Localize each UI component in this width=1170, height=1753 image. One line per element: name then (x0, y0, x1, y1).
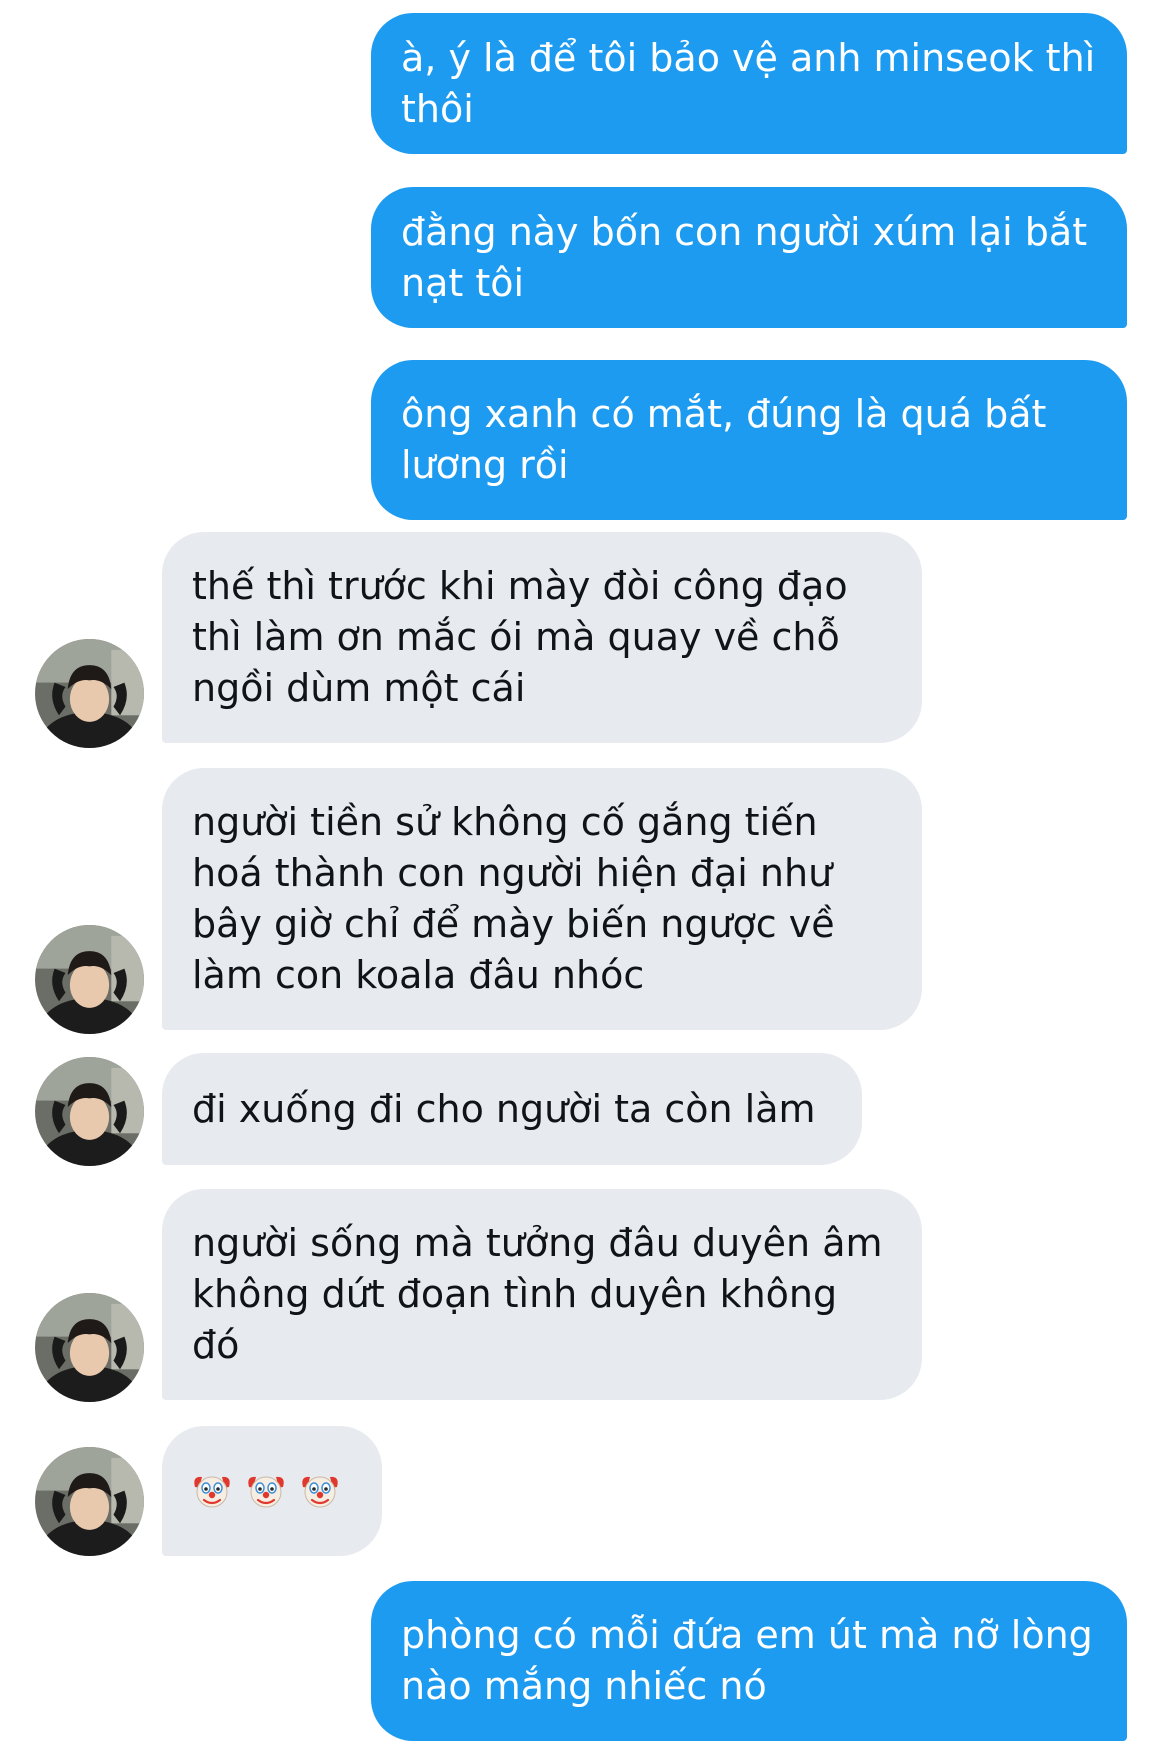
clown-face-icon (194, 1476, 230, 1508)
received-message-bubble[interactable]: thế thì trước khi mày đòi công đạo thì l… (162, 532, 922, 743)
sent-message-bubble[interactable]: à, ý là để tôi bảo vệ anh minseok thì th… (371, 13, 1127, 154)
sent-message-bubble[interactable]: đằng này bốn con người xúm lại bắt nạt t… (371, 187, 1127, 328)
clown-face-icon (248, 1476, 284, 1508)
avatar-image (35, 925, 144, 1034)
avatar-image (35, 639, 144, 748)
message-text: người tiền sử không cố gắng tiến hoá thà… (192, 800, 835, 997)
received-message-bubble[interactable] (162, 1426, 382, 1556)
sent-message-bubble[interactable]: ông xanh có mắt, đúng là quá bất lương r… (371, 360, 1127, 520)
avatar-image (35, 1057, 144, 1166)
message-text: người sống mà tưởng đâu duyên âm không d… (192, 1221, 883, 1367)
sender-avatar[interactable] (35, 925, 144, 1034)
message-text: đằng này bốn con người xúm lại bắt nạt t… (401, 209, 1088, 305)
sender-avatar[interactable] (35, 1057, 144, 1166)
sender-avatar[interactable] (35, 1447, 144, 1556)
received-message-bubble[interactable]: người sống mà tưởng đâu duyên âm không d… (162, 1189, 922, 1400)
message-text: à, ý là để tôi bảo vệ anh minseok thì th… (401, 35, 1096, 131)
sender-avatar[interactable] (35, 639, 144, 748)
message-text: thế thì trước khi mày đòi công đạo thì l… (192, 564, 848, 710)
emoji-row (192, 1471, 340, 1511)
received-message-bubble[interactable]: người tiền sử không cố gắng tiến hoá thà… (162, 768, 922, 1030)
message-text: đi xuống đi cho người ta còn làm (192, 1086, 816, 1131)
avatar-image (35, 1447, 144, 1556)
message-text: ông xanh có mắt, đúng là quá bất lương r… (401, 392, 1047, 487)
clown-face-icon (302, 1476, 338, 1508)
sender-avatar[interactable] (35, 1293, 144, 1402)
avatar-image (35, 1293, 144, 1402)
sent-message-bubble[interactable]: phòng có mỗi đứa em út mà nỡ lòng nào mắ… (371, 1581, 1127, 1741)
received-message-bubble[interactable]: đi xuống đi cho người ta còn làm (162, 1053, 862, 1165)
message-text: phòng có mỗi đứa em út mà nỡ lòng nào mắ… (401, 1613, 1093, 1708)
